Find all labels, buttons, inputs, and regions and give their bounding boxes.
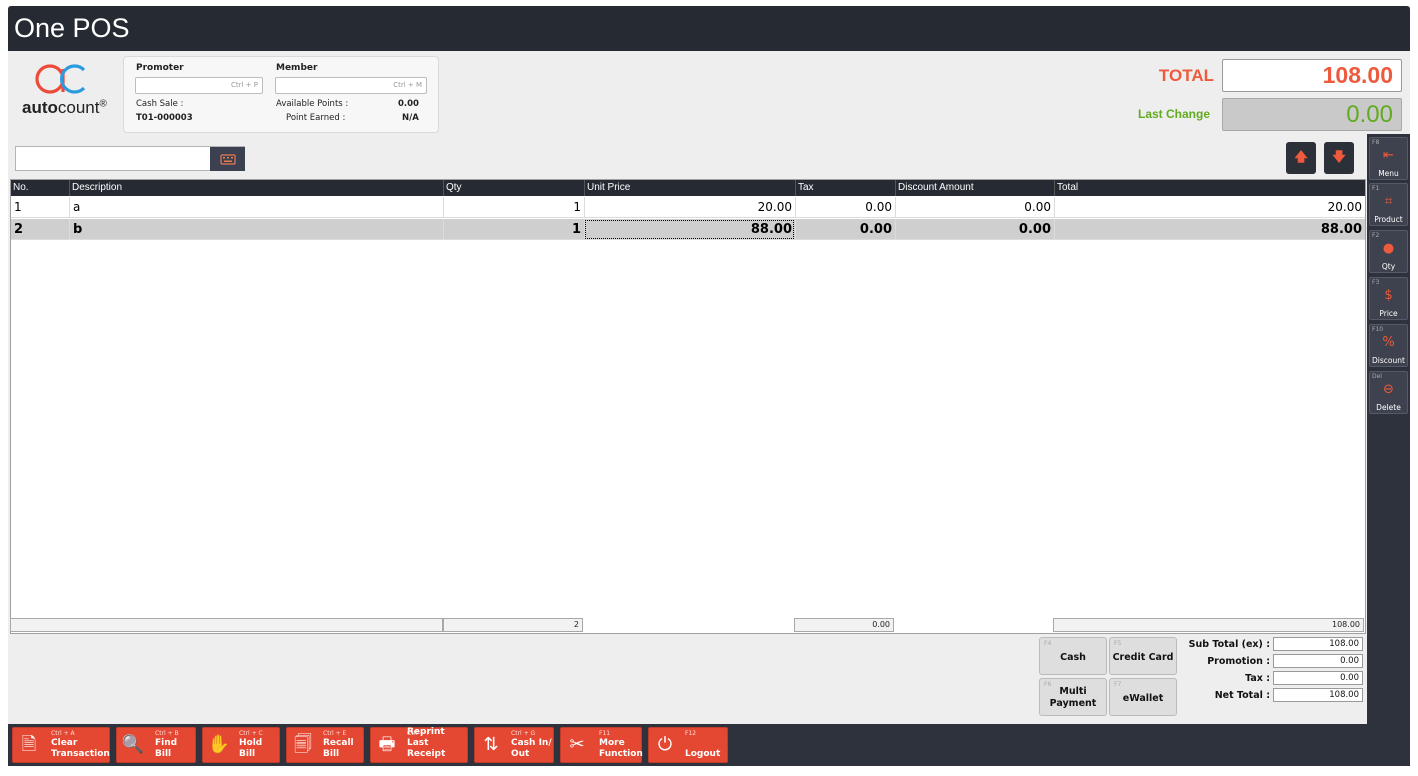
cell-qty: 1 xyxy=(443,197,584,218)
product-tag-icon: ⌗ xyxy=(1384,194,1393,209)
logo-wordmark: autocount® xyxy=(22,98,107,117)
find-bill-icon: 🔍 xyxy=(121,734,145,755)
keyboard-icon xyxy=(219,154,236,165)
footer-blank xyxy=(10,618,443,632)
cash-sale-label: Cash Sale : xyxy=(136,99,184,109)
find-bill-button[interactable]: 🔍 Ctrl + B Find Bill xyxy=(116,727,196,763)
ewallet-button[interactable]: F7 eWallet xyxy=(1109,678,1177,716)
cash-in-out-button[interactable]: ⇅ Ctrl + G Cash In/ Out xyxy=(474,727,554,763)
pos-window: One POS autocount® Promoter Ctrl + P Mem… xyxy=(8,6,1410,766)
cell-unit-price[interactable]: 88.00 xyxy=(584,219,795,240)
available-points-label: Available Points : xyxy=(276,99,349,109)
price-button[interactable]: F3 $ Price xyxy=(1369,277,1408,320)
clear-receipt-icon: 🗎 xyxy=(21,734,37,755)
menu-button[interactable]: F8 ⇤ Menu xyxy=(1369,137,1408,180)
move-down-button[interactable]: 🡇 xyxy=(1324,142,1354,174)
net-total-value: 108.00 xyxy=(1273,688,1363,702)
more-function-button[interactable]: ✂ F11 More Function xyxy=(560,727,643,763)
table-row[interactable]: 1 a 1 20.00 0.00 0.00 20.00 xyxy=(11,197,1365,218)
footer-tax-total: 0.00 xyxy=(794,618,894,632)
subtotal-value: 108.00 xyxy=(1273,637,1363,651)
tools-icon: ✂ xyxy=(569,734,585,755)
app-title: One POS xyxy=(14,13,130,43)
cash-money-icon: ⇅ xyxy=(483,734,499,755)
cell-total: 20.00 xyxy=(1054,197,1365,218)
promoter-input[interactable]: Ctrl + P xyxy=(135,77,263,94)
printer-icon: 🖶 xyxy=(378,734,396,755)
column-qty[interactable]: Qty xyxy=(443,180,584,196)
column-discount-amount[interactable]: Discount Amount xyxy=(895,180,1054,196)
keyboard-button[interactable] xyxy=(210,147,245,171)
cell-total: 88.00 xyxy=(1054,219,1365,240)
move-up-button[interactable]: 🡅 xyxy=(1286,142,1316,174)
column-no[interactable]: No. xyxy=(11,180,69,196)
item-grid: No. Description Qty Unit Price Tax Disco… xyxy=(10,179,1366,634)
cell-tax: 0.00 xyxy=(795,197,895,218)
hold-bill-button[interactable]: ✋ Ctrl + C Hold Bill xyxy=(202,727,280,763)
title-bar: One POS xyxy=(8,6,1410,51)
cell-discount: 0.00 xyxy=(895,219,1054,240)
delete-row-icon: ⊖ xyxy=(1383,382,1394,397)
promoter-label: Promoter xyxy=(136,63,184,73)
qty-button[interactable]: F2 ● Qty xyxy=(1369,230,1408,273)
power-icon: ⏻ xyxy=(657,734,673,755)
bill-number: T01-000003 xyxy=(136,113,193,123)
cell-description: b xyxy=(69,219,443,240)
hold-hand-icon: ✋ xyxy=(207,734,231,755)
cash-button[interactable]: F4 Cash xyxy=(1039,637,1107,675)
last-change-value: 0.00 xyxy=(1222,98,1402,131)
cell-discount: 0.00 xyxy=(895,197,1054,218)
column-description[interactable]: Description xyxy=(69,180,443,196)
promotion-label: Promotion : xyxy=(1207,656,1270,667)
tax-value: 0.00 xyxy=(1273,671,1363,685)
point-earned-value: N/A xyxy=(402,113,419,123)
available-points-value: 0.00 xyxy=(398,99,419,109)
column-tax[interactable]: Tax xyxy=(795,180,895,196)
delete-button[interactable]: Del ⊖ Delete xyxy=(1369,371,1408,414)
footer-grand-total: 108.00 xyxy=(1053,618,1364,632)
footer-qty-total: 2 xyxy=(443,618,583,632)
promotion-value: 0.00 xyxy=(1273,654,1363,668)
autocount-logo-mark-icon xyxy=(35,64,86,94)
point-earned-label: Point Earned : xyxy=(286,113,346,123)
grid-header: No. Description Qty Unit Price Tax Disco… xyxy=(11,180,1365,196)
percent-icon: % xyxy=(1382,335,1395,350)
recall-bill-icon: 🗐 xyxy=(294,734,312,755)
cell-unit-price: 20.00 xyxy=(584,197,795,218)
tax-label: Tax : xyxy=(1245,673,1270,684)
member-label: Member xyxy=(276,63,318,73)
cell-no: 1 xyxy=(14,200,22,214)
logout-button[interactable]: ⏻ F12 Logout xyxy=(648,727,728,763)
cell-qty: 1 xyxy=(443,219,584,240)
right-sidebar xyxy=(1367,134,1410,766)
cell-no: 2 xyxy=(14,222,24,237)
menu-exit-icon: ⇤ xyxy=(1383,148,1394,163)
recall-bill-button[interactable]: 🗐 Ctrl + E Recall Bill xyxy=(286,727,364,763)
reprint-last-receipt-button[interactable]: 🖶 Ctrl + F Reprint Last Receipt xyxy=(370,727,468,763)
subtotal-label: Sub Total (ex) : xyxy=(1188,639,1270,650)
net-total-label: Net Total : xyxy=(1214,690,1270,701)
customer-info-panel: Promoter Ctrl + P Member Ctrl + M Cash S… xyxy=(123,56,439,133)
dollar-icon: $ xyxy=(1384,288,1393,303)
clear-transaction-button[interactable]: 🗎 Ctrl + A Clear Transaction xyxy=(12,727,110,763)
cell-tax: 0.00 xyxy=(795,219,895,240)
total-label: TOTAL xyxy=(1158,66,1214,85)
column-total[interactable]: Total xyxy=(1054,180,1365,196)
arrow-up-icon: 🡅 xyxy=(1294,150,1308,165)
total-value: 108.00 xyxy=(1222,59,1402,92)
discount-button[interactable]: F10 % Discount xyxy=(1369,324,1408,367)
table-row[interactable]: 2 b 1 88.00 0.00 0.00 88.00 xyxy=(11,219,1365,240)
multi-payment-button[interactable]: F6 Multi Payment xyxy=(1039,678,1107,716)
arrow-down-icon: 🡇 xyxy=(1332,150,1346,165)
credit-card-button[interactable]: F5 Credit Card xyxy=(1109,637,1177,675)
last-change-label: Last Change xyxy=(1137,107,1210,121)
member-input[interactable]: Ctrl + M xyxy=(275,77,427,94)
product-button[interactable]: F1 ⌗ Product xyxy=(1369,183,1408,226)
autocount-logo: autocount® xyxy=(20,61,120,123)
column-unit-price[interactable]: Unit Price xyxy=(584,180,795,196)
qty-counter-icon: ● xyxy=(1382,241,1395,256)
cell-description: a xyxy=(69,197,443,218)
